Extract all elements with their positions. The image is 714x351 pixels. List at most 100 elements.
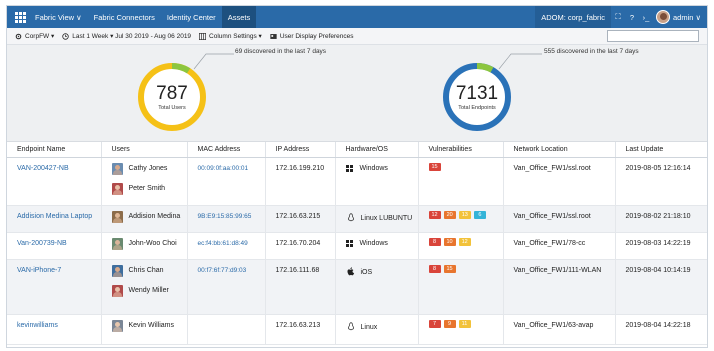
vulnerability-badge[interactable]: 8 bbox=[428, 237, 441, 246]
vulnerability-badge[interactable]: 6 bbox=[473, 210, 486, 219]
admin-avatar[interactable] bbox=[655, 10, 670, 24]
mac-address-link[interactable]: 00:09:0f:aa:00:01 bbox=[198, 165, 249, 172]
column-header[interactable]: Vulnerabilities bbox=[418, 142, 504, 158]
endpoint-link[interactable]: kevinwilliams bbox=[17, 322, 58, 329]
device-selector[interactable]: CorpFW ▾ bbox=[15, 32, 54, 40]
vulnerability-badge[interactable]: 11 bbox=[458, 319, 471, 328]
ip-address: 172.16.111.68 bbox=[275, 266, 320, 274]
column-settings-button[interactable]: Column Settings ▾ bbox=[199, 32, 262, 40]
user-avatar bbox=[111, 264, 123, 277]
column-header[interactable]: Last Update bbox=[615, 142, 707, 158]
user-name: Peter Smith bbox=[128, 185, 166, 192]
hardware-os: Linux LUBUNTU bbox=[346, 212, 418, 224]
vulnerability-badges: 12 20 13 6 bbox=[428, 210, 503, 219]
vulnerability-badges: 7 9 11 bbox=[428, 319, 503, 328]
vulnerability-badge[interactable]: 13 bbox=[458, 210, 471, 219]
mac-address-link[interactable]: 00:f7:6f:77:d9:03 bbox=[198, 267, 247, 274]
device-label: CorpFW ▾ bbox=[25, 33, 55, 40]
nav-fabric-connectors[interactable]: Fabric Connectors bbox=[88, 6, 161, 28]
user-entry[interactable]: Kevin Williams bbox=[111, 319, 187, 333]
fortinet-logo[interactable] bbox=[11, 6, 29, 28]
user-avatar bbox=[111, 182, 123, 195]
adom-selector[interactable]: ADOM: corp_fabric bbox=[535, 6, 611, 28]
user-avatar bbox=[111, 319, 123, 332]
os-name: Windows bbox=[359, 165, 388, 172]
endpoint-link[interactable]: VAN-iPhone-7 bbox=[17, 267, 61, 274]
vulnerability-badge[interactable]: 15 bbox=[443, 264, 456, 273]
user-name: Wendy Miller bbox=[128, 287, 169, 294]
column-header[interactable]: Hardware/OS bbox=[335, 142, 419, 158]
column-header[interactable]: Network Location bbox=[503, 142, 616, 158]
vulnerability-badge[interactable]: 7 bbox=[428, 319, 441, 328]
ip-address: 172.16.70.204 bbox=[275, 239, 321, 247]
user-name: Cathy Jones bbox=[128, 165, 168, 172]
user-entry[interactable]: John-Woo Choi bbox=[111, 237, 187, 251]
id-card-icon bbox=[270, 33, 277, 40]
fullscreen-icon[interactable]: ⛶ bbox=[611, 12, 625, 22]
user-entry[interactable]: Wendy Miller bbox=[111, 284, 187, 298]
endpoints-discovered-leader bbox=[498, 53, 542, 70]
vulnerability-badge[interactable]: 15 bbox=[428, 162, 441, 171]
table-header-row: Endpoint Name Users MAC Address IP Addre… bbox=[7, 142, 707, 158]
total-users-count: 787 bbox=[156, 82, 188, 104]
endpoint-link[interactable]: Addision Medina Laptop bbox=[17, 213, 92, 220]
admin-menu[interactable]: admin ∨ bbox=[673, 6, 707, 28]
network-location: Van_Office_FW1/ssl.root bbox=[513, 212, 591, 220]
table-row[interactable]: Addision Medina Laptop Addision Medina 9B:… bbox=[7, 205, 707, 233]
last-update: 2019-08-04 10:14:19 bbox=[625, 266, 691, 274]
mac-address-link[interactable]: 9B:E9:15:85:99:65 bbox=[198, 213, 252, 220]
windows-icon bbox=[345, 164, 354, 173]
search-input[interactable] bbox=[607, 30, 699, 42]
clock-icon bbox=[62, 32, 69, 40]
assets-table: Endpoint Name Users MAC Address IP Addre… bbox=[7, 142, 707, 345]
terminal-icon[interactable]: ›_ bbox=[639, 13, 653, 22]
help-icon[interactable]: ? bbox=[625, 13, 639, 22]
column-header[interactable]: Users bbox=[101, 142, 188, 158]
user-entry[interactable]: Addision Medina bbox=[111, 210, 187, 224]
total-users-label: Total Users bbox=[158, 104, 186, 111]
vulnerability-badge[interactable]: 9 bbox=[443, 319, 456, 328]
user-display-preferences-button[interactable]: User Display Preferences bbox=[270, 33, 354, 40]
network-location: Van_Office_FW1/78-cc bbox=[513, 239, 586, 247]
user-avatar bbox=[111, 210, 123, 223]
vulnerability-badge[interactable]: 12 bbox=[428, 210, 441, 219]
linux-icon bbox=[346, 212, 356, 224]
user-entry[interactable]: Cathy Jones bbox=[111, 162, 187, 176]
column-header[interactable]: MAC Address bbox=[187, 142, 266, 158]
table-row[interactable]: VAN-200427-NB Cathy Jones Peter Smith 00:09… bbox=[7, 157, 707, 206]
user-entry[interactable]: Peter Smith bbox=[111, 182, 187, 196]
columns-icon bbox=[199, 32, 207, 40]
total-endpoints-count: 7131 bbox=[455, 82, 499, 104]
vulnerability-badges: 8 10 12 bbox=[428, 237, 503, 246]
assets-window: Fabric View ∨ Fabric Connectors Identity… bbox=[6, 5, 708, 348]
column-header[interactable]: Endpoint Name bbox=[7, 142, 102, 158]
vulnerability-badge[interactable]: 20 bbox=[443, 210, 456, 219]
time-range-selector[interactable]: Last 1 Week ▾ Jul 30 2019 - Aug 06 2019 bbox=[62, 32, 191, 40]
table-row[interactable]: Van-200739-NB John-Woo Choi ec:f4:bb:61:d8… bbox=[7, 232, 707, 260]
os-name: Linux LUBUNTU bbox=[360, 214, 413, 222]
mac-address-link[interactable]: ec:f4:bb:61:d8:49 bbox=[198, 240, 248, 247]
nav-identity-center[interactable]: Identity Center bbox=[161, 6, 222, 28]
hardware-os: Windows bbox=[345, 164, 418, 173]
last-update: 2019-08-03 14:22:19 bbox=[625, 239, 691, 247]
endpoints-discovered-text: 555 discovered in the last 7 days bbox=[544, 48, 639, 55]
network-location: Van_Office_FW1/111-WLAN bbox=[513, 266, 602, 274]
vulnerability-badge[interactable]: 12 bbox=[458, 237, 471, 246]
hardware-os: Linux bbox=[346, 321, 418, 333]
vulnerability-badge[interactable]: 8 bbox=[428, 264, 441, 273]
last-update: 2019-08-04 14:22:18 bbox=[625, 321, 691, 329]
vulnerability-badge[interactable]: 10 bbox=[443, 237, 456, 246]
user-name: John-Woo Choi bbox=[128, 240, 177, 247]
nav-fabric-view[interactable]: Fabric View ∨ bbox=[29, 6, 88, 28]
table-row[interactable]: VAN-iPhone-7 Chris Chan Wendy Miller 00:f7:… bbox=[7, 259, 707, 315]
nav-assets[interactable]: Assets bbox=[221, 6, 257, 28]
user-entry[interactable]: Chris Chan bbox=[111, 264, 187, 278]
endpoint-link[interactable]: VAN-200427-NB bbox=[17, 165, 69, 172]
table-row[interactable]: kevinwilliams Kevin Williams 172.16.63.213… bbox=[7, 314, 707, 345]
endpoint-link[interactable]: Van-200739-NB bbox=[17, 240, 67, 247]
users-discovered-leader bbox=[193, 53, 234, 70]
column-header[interactable]: IP Address bbox=[265, 142, 336, 158]
os-name: Linux bbox=[360, 323, 378, 331]
os-name: Windows bbox=[359, 240, 388, 247]
windows-icon bbox=[345, 239, 354, 248]
